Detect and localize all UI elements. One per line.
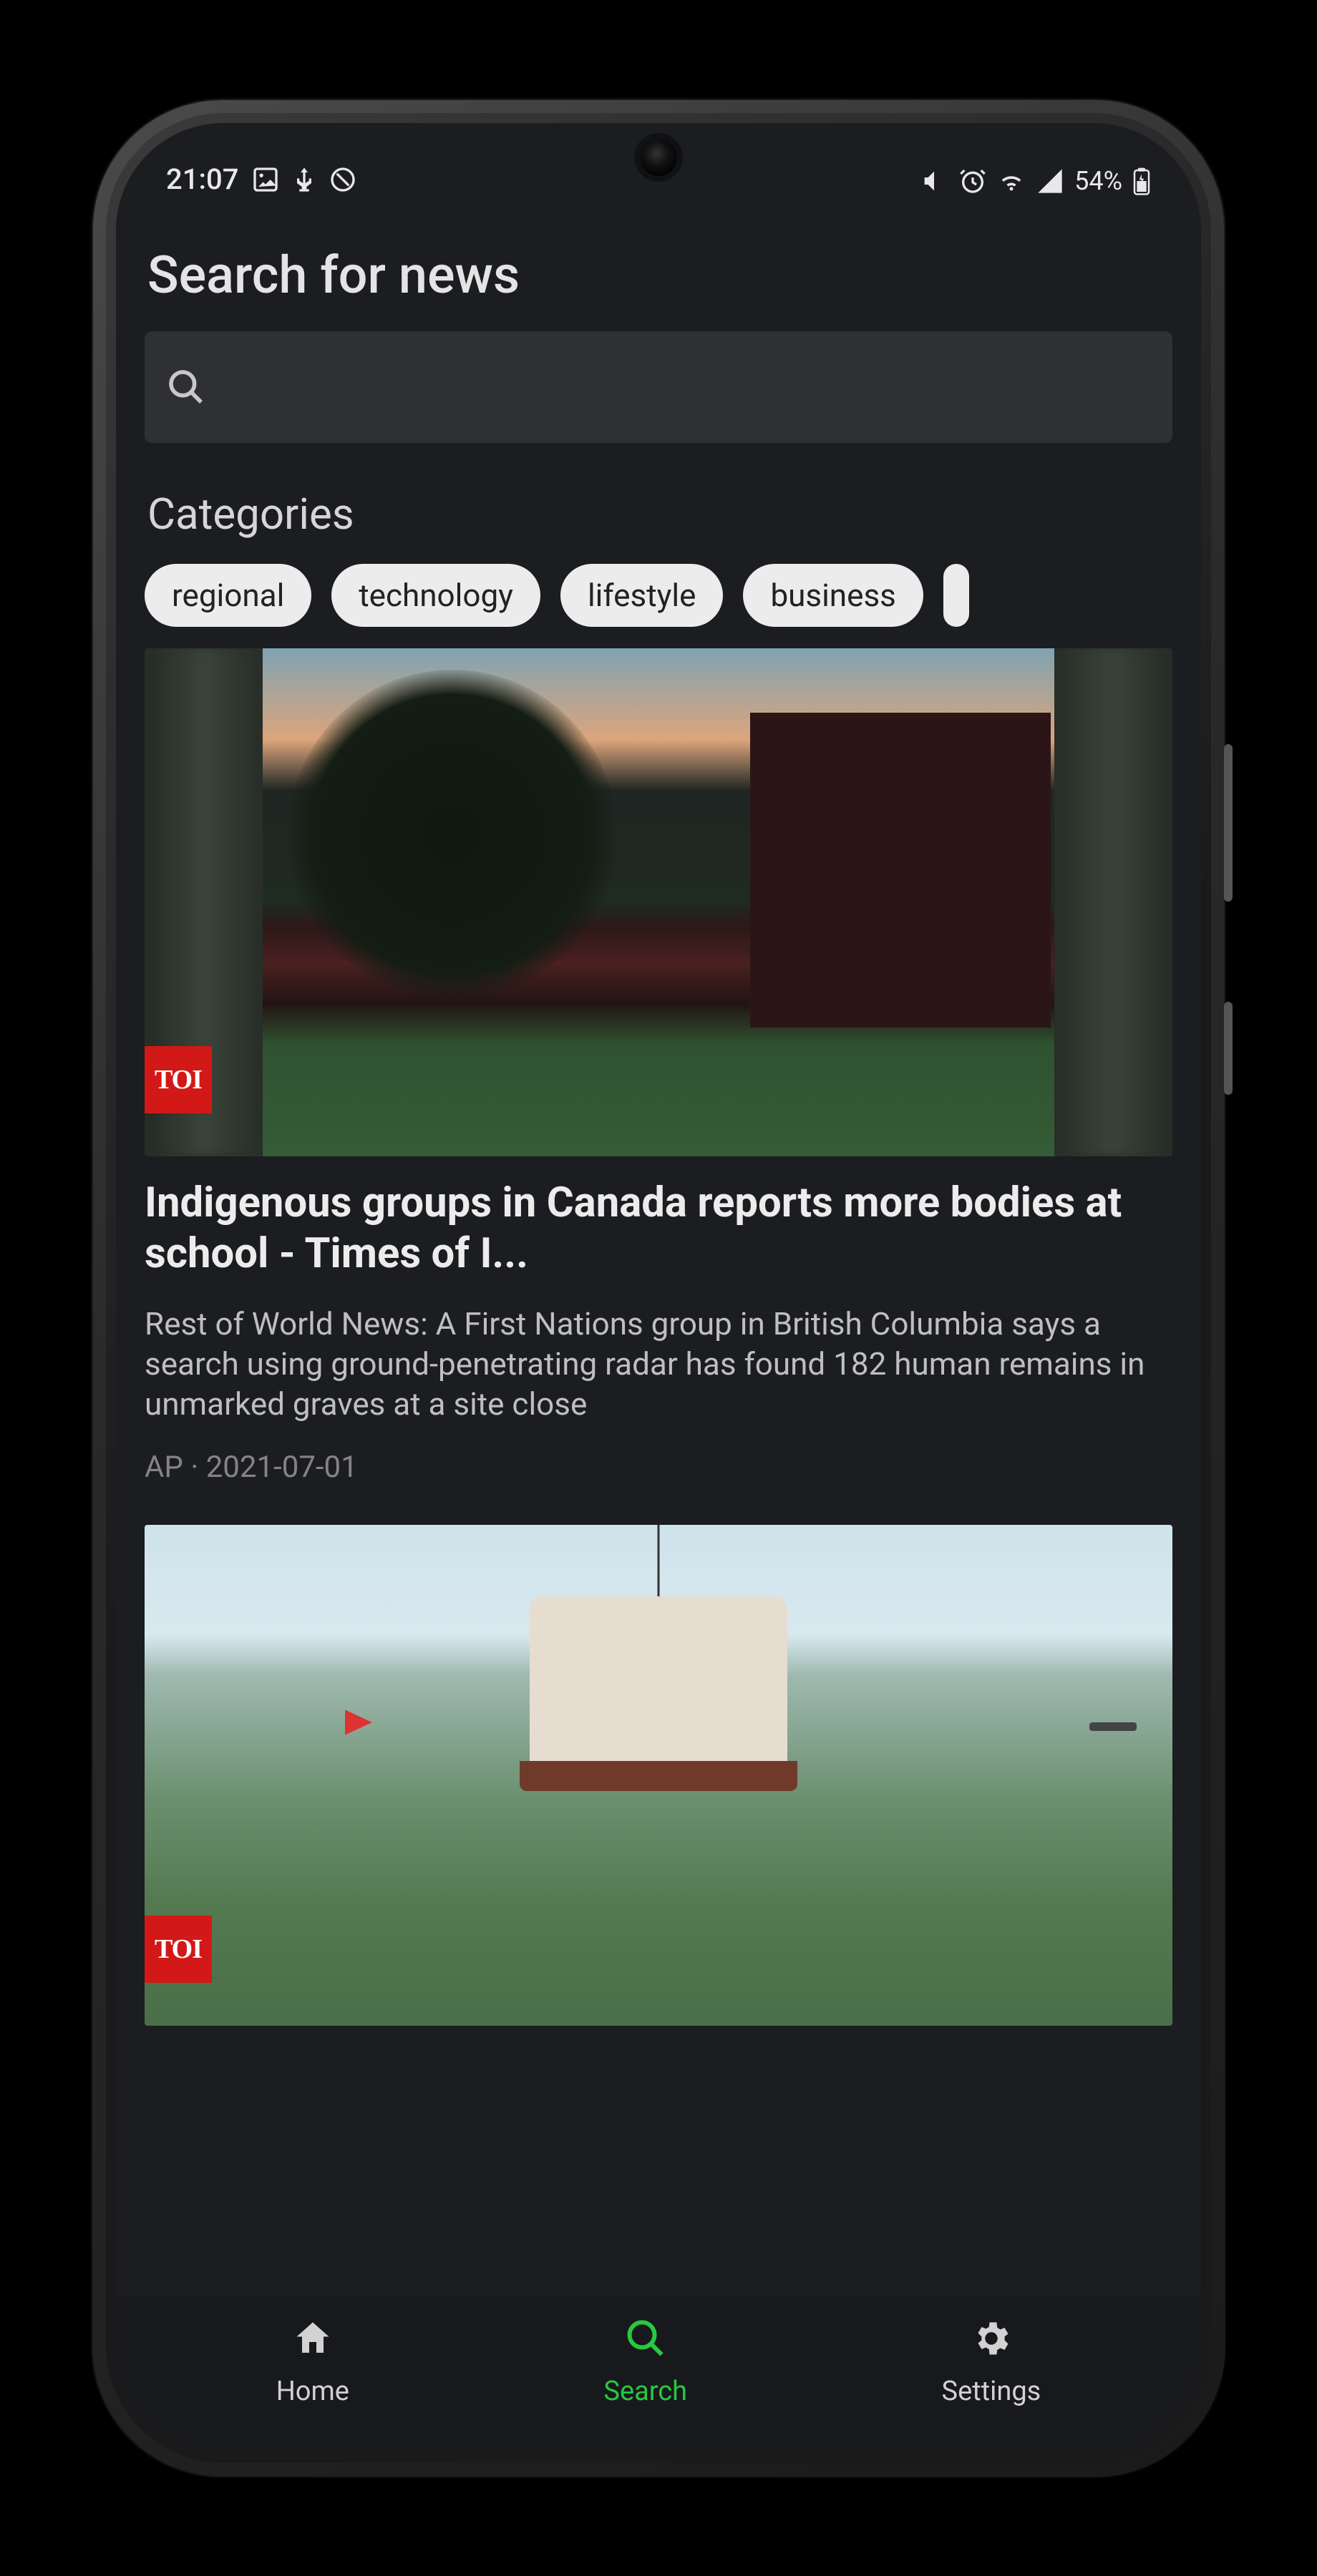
category-chips[interactable]: regional technology lifestyle business [145,564,1172,627]
chip-regional[interactable]: regional [145,564,311,627]
sync-off-icon [329,165,357,194]
search-box[interactable] [145,331,1172,443]
wifi-icon [997,167,1026,195]
nav-settings[interactable]: Settings [942,2317,1041,2407]
article-meta: AP · 2021-07-01 [145,1450,1172,1485]
chip-business[interactable]: business [743,564,923,627]
chip-technology[interactable]: technology [331,564,540,627]
phone-frame: 21:07 [93,100,1224,2476]
mute-icon [920,167,948,195]
nav-home-label: Home [276,2376,349,2407]
side-button-power [1224,1002,1233,1095]
article-image: TOI [145,1525,1172,2026]
front-camera [640,139,677,176]
battery-icon [1132,167,1151,195]
search-icon [166,367,206,407]
battery-percent: 54% [1074,166,1122,196]
nav-search[interactable]: Search [603,2317,687,2407]
gear-icon [970,2317,1013,2367]
status-time: 21:07 [166,162,238,196]
page-title: Search for news [145,245,1172,306]
nav-search-label: Search [603,2376,687,2407]
search-input[interactable] [222,331,1151,443]
signal-icon [1036,167,1064,195]
nav-home[interactable]: Home [276,2317,349,2407]
article-card[interactable]: TOI [145,1525,1172,2026]
article-image: TOI [145,648,1172,1156]
screen: 21:07 [116,123,1201,2453]
nav-settings-label: Settings [942,2376,1041,2407]
home-icon [291,2317,334,2367]
image-icon [251,165,280,194]
article-description: Rest of World News: A First Nations grou… [145,1304,1172,1425]
usb-icon [290,165,319,194]
categories-label: Categories [145,489,1172,540]
source-badge: TOI [145,1046,212,1113]
article-card[interactable]: TOI Indigenous groups in Canada reports … [145,648,1172,1485]
side-button-volume [1224,744,1233,902]
chip-lifestyle[interactable]: lifestyle [560,564,723,627]
article-title: Indigenous groups in Canada reports more… [145,1178,1172,1279]
news-feed[interactable]: TOI Indigenous groups in Canada reports … [145,648,1172,2296]
source-badge: TOI [145,1916,212,1983]
page-content[interactable]: Search for news Categories regional tech… [116,202,1201,2296]
alarm-icon [958,167,987,195]
search-icon [624,2317,667,2367]
chip-overflow[interactable] [943,564,969,627]
bottom-nav: Home Search Settings [116,2296,1201,2453]
